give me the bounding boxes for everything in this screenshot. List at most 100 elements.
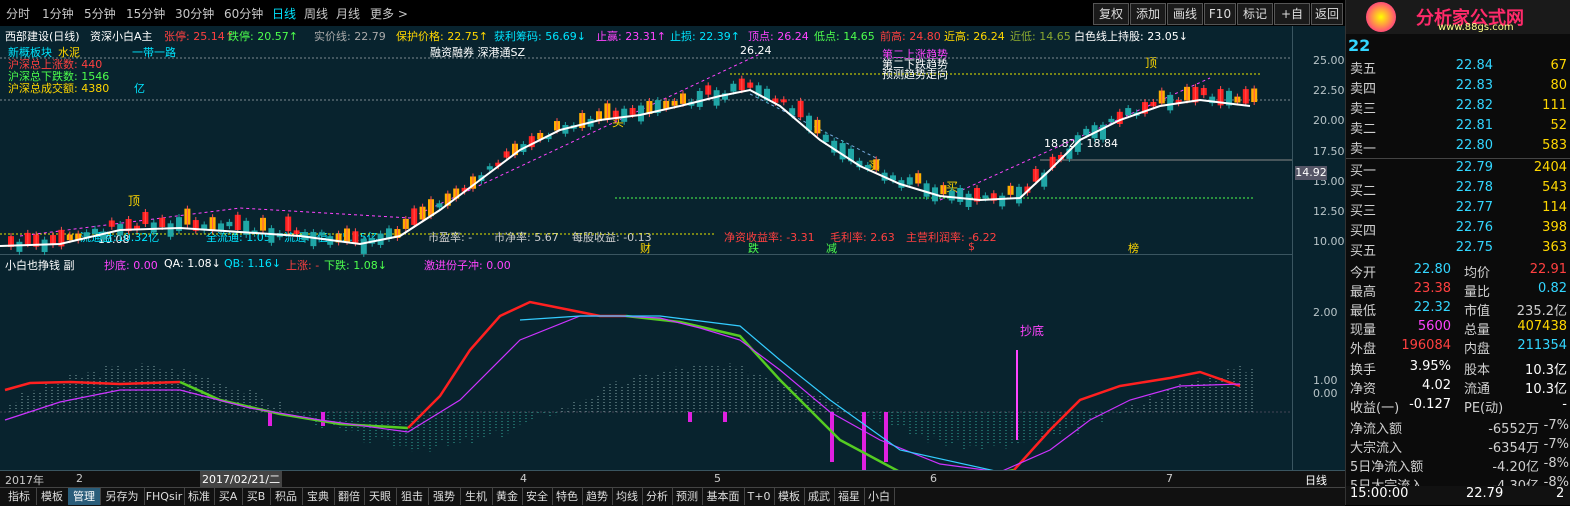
tf-fenshi[interactable]: 分时: [6, 5, 30, 22]
ob-sell-price: 22.83: [1455, 78, 1493, 93]
indicator-tab-bar: 指标 模板 管理 另存为 FHQsir 标准 买A 买B 积品 宝典 翻倍 天眼 狙击 强势 生机 黄金 安全特…: [0, 487, 1345, 506]
tab-0[interactable]: 指标: [2, 488, 37, 505]
add-watchlist-button[interactable]: +自选: [1274, 3, 1310, 41]
tab-1[interactable]: 模板: [36, 488, 69, 505]
tf-60min[interactable]: 60分钟: [224, 5, 263, 22]
tab-12[interactable]: 狙击: [396, 488, 429, 505]
stat-label: 均价: [1464, 266, 1491, 281]
ob-sell-label: 卖五: [1350, 62, 1377, 77]
back-button[interactable]: 返回: [1311, 3, 1343, 25]
tab-26[interactable]: 福星: [834, 488, 865, 505]
tf-weekly[interactable]: 周线: [304, 5, 328, 22]
ob-buy-price: 22.79: [1455, 160, 1493, 175]
tab-3[interactable]: 另存为: [100, 488, 145, 505]
flow-label: 大宗流入: [1350, 441, 1403, 456]
last-vol: 2: [1556, 486, 1565, 501]
stat-row: 最低 22.32 市值 235.2亿: [1346, 300, 1570, 319]
stat-value: 211354: [1517, 338, 1567, 353]
tab-23[interactable]: T+0: [744, 488, 775, 505]
date-cursor-label: 2017/02/21/二: [200, 471, 283, 487]
add-button[interactable]: 添加: [1130, 3, 1166, 25]
last-price: 22.79: [1466, 486, 1504, 501]
flow-pct: -7%: [1543, 418, 1569, 433]
trend-line-up: [19, 53, 761, 237]
tf-30min[interactable]: 30分钟: [175, 5, 214, 22]
tab-22[interactable]: 基本面: [702, 488, 745, 505]
ob-buy-price: 22.77: [1455, 200, 1493, 215]
mark-button[interactable]: 标记: [1237, 3, 1273, 25]
stat-label: 内盘: [1464, 342, 1491, 357]
tab-7[interactable]: 买B: [242, 488, 271, 505]
ob-buy-row: 买五 22.75 363: [1346, 240, 1570, 259]
price-tick: 17.50: [1313, 145, 1345, 158]
stat2-row: 收益(一) -0.127 PE(动) -: [1346, 397, 1570, 416]
timeframe-toolbar: 分时 1分钟 5分钟 15分钟 30分钟 60分钟 日线 周线 月线 更多 > …: [0, 0, 1345, 41]
draw-line-button[interactable]: 画线: [1167, 3, 1203, 25]
flow-row: 5日净流入额 -4.20亿 -8%: [1346, 456, 1570, 475]
tab-4[interactable]: FHQsir: [144, 488, 185, 505]
ob-buy-price: 22.76: [1455, 220, 1493, 235]
qa-line-red: [4, 380, 181, 392]
ob-buy-label: 买一: [1350, 164, 1377, 179]
sub-tick: 2.00: [1313, 306, 1338, 319]
chart-svg: [0, 53, 1292, 470]
tab-9[interactable]: 宝典: [302, 488, 335, 505]
date-axis: 2017年 2 2017/02/21/二 4 5 6 7 日线: [0, 470, 1345, 488]
ob-buy-vol: 543: [1542, 180, 1567, 195]
date-label: 2017年: [5, 474, 44, 487]
ob-buy-label: 买四: [1350, 224, 1377, 239]
tf-15min[interactable]: 15分钟: [126, 5, 165, 22]
stat-value: 10.3亿: [1525, 382, 1567, 397]
ob-sell-row: 卖二 22.81 52: [1346, 118, 1570, 137]
ob-buy-row: 买一 22.79 2404: [1346, 160, 1570, 179]
tab-21[interactable]: 预测: [672, 488, 703, 505]
flow-pct: -7%: [1543, 437, 1569, 452]
flow-row: 大宗流入 -6354万 -7%: [1346, 437, 1570, 456]
tf-1min[interactable]: 1分钟: [42, 5, 74, 22]
tab-15[interactable]: 黄金: [492, 488, 523, 505]
f10-button[interactable]: F10: [1204, 3, 1236, 25]
stat-label: 今开: [1350, 266, 1377, 281]
ob-sell-label: 卖三: [1350, 102, 1377, 117]
stat-value: -0.127: [1409, 397, 1451, 412]
tab-6[interactable]: 买A: [214, 488, 243, 505]
stat-value: 10.3亿: [1525, 363, 1567, 378]
ob-sell-row: 卖三 22.82 111: [1346, 98, 1570, 117]
flow-row: 净流入额 -6552万 -7%: [1346, 418, 1570, 437]
tab-14[interactable]: 生机: [460, 488, 493, 505]
adjust-button[interactable]: 复权: [1093, 3, 1129, 25]
tab-2[interactable]: 管理: [68, 488, 101, 505]
tab-8[interactable]: 积品: [270, 488, 303, 505]
ob-buy-vol: 114: [1542, 200, 1567, 215]
ob-sell-vol: 583: [1542, 138, 1567, 153]
tab-27[interactable]: 小白: [864, 488, 895, 505]
stat-label: 流通: [1464, 382, 1491, 397]
tab-16[interactable]: 安全: [522, 488, 553, 505]
tf-daily[interactable]: 日线: [272, 5, 296, 22]
tab-18[interactable]: 趋势: [582, 488, 613, 505]
ob-divider: [1346, 158, 1570, 159]
tab-17[interactable]: 特色: [552, 488, 583, 505]
ob-buy-row: 买四 22.76 398: [1346, 220, 1570, 239]
tab-11[interactable]: 天眼: [364, 488, 397, 505]
tf-more[interactable]: 更多 >: [370, 5, 408, 22]
ob-sell-vol: 52: [1550, 118, 1567, 133]
tab-10[interactable]: 翻倍: [334, 488, 365, 505]
tab-5[interactable]: 标准: [184, 488, 215, 505]
tf-monthly[interactable]: 月线: [336, 5, 360, 22]
tab-13[interactable]: 强势: [428, 488, 461, 505]
stat-row: 最高 23.38 量比 0.82: [1346, 281, 1570, 300]
time-value: 15:00:00: [1350, 486, 1409, 501]
ob-buy-price: 22.75: [1455, 240, 1493, 255]
tab-24[interactable]: 模板: [774, 488, 805, 505]
current-price-tag: 14.92: [1295, 166, 1327, 180]
tab-25[interactable]: 戚武: [804, 488, 835, 505]
stat-row: 现量 5600 总量 407438: [1346, 319, 1570, 338]
chart-area[interactable]: 西部建设(日线) 资深小白A主 张停: 25.14↑ 跌停: 20.57↑ 实价…: [0, 26, 1345, 488]
sub-oscillator: [0, 300, 1292, 470]
price-tick: 12.50: [1313, 205, 1345, 218]
tab-20[interactable]: 分析: [642, 488, 673, 505]
price-tick: 22.50: [1313, 84, 1345, 97]
tf-5min[interactable]: 5分钟: [84, 5, 116, 22]
tab-19[interactable]: 均线: [612, 488, 643, 505]
